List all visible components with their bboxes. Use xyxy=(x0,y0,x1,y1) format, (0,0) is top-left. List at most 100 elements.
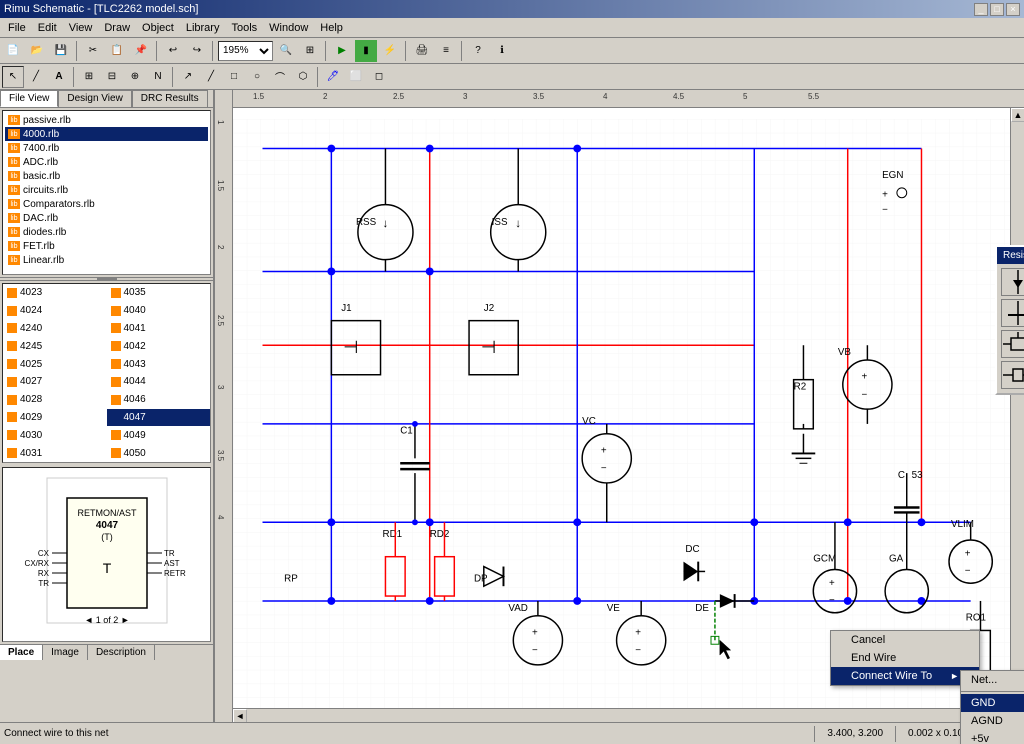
tab-image[interactable]: Image xyxy=(43,645,88,660)
comp-4049[interactable]: 4049 xyxy=(107,426,211,444)
submenu-net[interactable]: Net... xyxy=(961,671,1024,689)
comp-btn[interactable]: ⊞ xyxy=(78,66,100,88)
comp-4030[interactable]: 4030 xyxy=(3,426,107,444)
comp-4028[interactable]: 4028 xyxy=(3,391,107,409)
undo-btn[interactable]: ↩ xyxy=(162,40,184,62)
menu-draw[interactable]: Draw xyxy=(98,20,136,36)
menu-object[interactable]: Object xyxy=(136,20,180,36)
h-scroll-left[interactable]: ◄ xyxy=(233,709,247,723)
copy-btn[interactable]: 📋 xyxy=(106,40,128,62)
menu-window[interactable]: Window xyxy=(263,20,314,36)
comp-4043[interactable]: 4043 xyxy=(107,355,211,373)
text-btn[interactable]: A xyxy=(48,66,70,88)
zoom-in-btn[interactable]: 🔍 xyxy=(275,40,297,62)
fill-btn[interactable]: ⬜ xyxy=(345,66,367,88)
net-btn[interactable]: N xyxy=(147,66,169,88)
tree-item-circuits[interactable]: lib circuits.rlb xyxy=(5,183,208,197)
bus-btn[interactable]: ⊟ xyxy=(101,66,123,88)
comp-4044[interactable]: 4044 xyxy=(107,373,211,391)
comp-4035[interactable]: 4035 xyxy=(107,284,211,302)
menu-library[interactable]: Library xyxy=(180,20,226,36)
v-scroll-up[interactable]: ▲ xyxy=(1011,108,1024,122)
tab-design-view[interactable]: Design View xyxy=(58,90,131,107)
tree-item-adc[interactable]: lib ADC.rlb xyxy=(5,155,208,169)
select-btn[interactable]: ↖ xyxy=(2,66,24,88)
draw-poly[interactable]: ⬡ xyxy=(292,66,314,88)
netlist-btn[interactable]: ≡ xyxy=(435,40,457,62)
close-btn[interactable]: × xyxy=(1006,3,1020,16)
comp-4047[interactable]: 4047 xyxy=(107,409,211,427)
tree-item-passive[interactable]: lib passive.rlb xyxy=(5,113,208,127)
tab-drc-results[interactable]: DRC Results xyxy=(132,90,208,107)
cut-btn[interactable]: ✂ xyxy=(82,40,104,62)
draw-arc[interactable]: ⌒ xyxy=(269,66,291,88)
comp-4025[interactable]: 4025 xyxy=(3,355,107,373)
draw-rect[interactable]: □ xyxy=(223,66,245,88)
help-btn[interactable]: ? xyxy=(467,40,489,62)
ctx-end-wire[interactable]: End Wire xyxy=(831,649,979,667)
comp-4046[interactable]: 4046 xyxy=(107,391,211,409)
comp-4040[interactable]: 4040 xyxy=(107,302,211,320)
v-scrollbar[interactable]: ▲ ▼ xyxy=(1010,108,1024,722)
paste-btn[interactable]: 📌 xyxy=(130,40,152,62)
h-scrollbar[interactable]: ◄ ► xyxy=(233,708,1010,722)
resistive-comp-11[interactable] xyxy=(1001,330,1024,358)
new-btn[interactable]: 📄 xyxy=(2,40,24,62)
comp-4023[interactable]: 4023 xyxy=(3,284,107,302)
comp-4031[interactable]: 4031 xyxy=(3,444,107,462)
junc-btn[interactable]: ⊕ xyxy=(124,66,146,88)
menu-edit[interactable]: Edit xyxy=(32,20,63,36)
draw-circle[interactable]: ○ xyxy=(246,66,268,88)
comp-4029[interactable]: 4029 xyxy=(3,409,107,427)
run-btn[interactable]: ▶ xyxy=(331,40,353,62)
ctx-cancel[interactable]: Cancel xyxy=(831,631,979,649)
comp-4027[interactable]: 4027 xyxy=(3,373,107,391)
menu-tools[interactable]: Tools xyxy=(225,20,263,36)
open-btn[interactable]: 📂 xyxy=(26,40,48,62)
comp-4024[interactable]: 4024 xyxy=(3,302,107,320)
comp-4240[interactable]: 4240 xyxy=(3,320,107,338)
resistive-comp-16[interactable] xyxy=(1001,361,1024,389)
menu-view[interactable]: View xyxy=(63,20,99,36)
window-controls[interactable]: _ □ × xyxy=(974,3,1020,16)
panel-splitter[interactable] xyxy=(97,278,117,281)
tab-file-view[interactable]: File View xyxy=(0,90,58,107)
tree-item-comparators[interactable]: lib Comparators.rlb xyxy=(5,197,208,211)
tree-item-4000[interactable]: lib 4000.rlb xyxy=(5,127,208,141)
erase-btn[interactable]: ◻ xyxy=(368,66,390,88)
sim-btn[interactable]: ⚡ xyxy=(379,40,401,62)
submenu-agnd[interactable]: AGND xyxy=(961,712,1024,730)
tree-item-basic[interactable]: lib basic.rlb xyxy=(5,169,208,183)
zoom-select[interactable]: 195% 100% 150% 200% xyxy=(218,41,273,61)
tab-place[interactable]: Place xyxy=(0,645,43,660)
resistive-comp-6[interactable] xyxy=(1001,299,1024,327)
tree-item-dac[interactable]: lib DAC.rlb xyxy=(5,211,208,225)
comp-4245[interactable]: 4245 xyxy=(3,337,107,355)
draw-ptr[interactable]: ↗ xyxy=(177,66,199,88)
comp-4042[interactable]: 4042 xyxy=(107,337,211,355)
info-btn[interactable]: ℹ xyxy=(491,40,513,62)
tree-item-linear[interactable]: lib Linear.rlb xyxy=(5,253,208,267)
minimize-btn[interactable]: _ xyxy=(974,3,988,16)
stop-btn[interactable]: ▮ xyxy=(355,40,377,62)
tree-item-diodes[interactable]: lib diodes.rlb xyxy=(5,225,208,239)
save-btn[interactable]: 💾 xyxy=(50,40,72,62)
comp-4050[interactable]: 4050 xyxy=(107,444,211,462)
resistive-comp-1[interactable] xyxy=(1001,268,1024,296)
menu-file[interactable]: File xyxy=(2,20,32,36)
tree-item-7400[interactable]: lib 7400.rlb xyxy=(5,141,208,155)
tab-description[interactable]: Description xyxy=(88,645,155,660)
menu-help[interactable]: Help xyxy=(314,20,349,36)
paint-btn[interactable]: 🖊 xyxy=(322,66,344,88)
wire-btn[interactable]: ╱ xyxy=(25,66,47,88)
submenu-5v[interactable]: +5v xyxy=(961,730,1024,744)
zoom-fit-btn[interactable]: ⊞ xyxy=(299,40,321,62)
draw-line[interactable]: ╱ xyxy=(200,66,222,88)
maximize-btn[interactable]: □ xyxy=(990,3,1004,16)
redo-btn[interactable]: ↪ xyxy=(186,40,208,62)
submenu-gnd[interactable]: GND xyxy=(961,694,1024,712)
comp-4041[interactable]: 4041 xyxy=(107,320,211,338)
tree-item-fet[interactable]: lib FET.rlb xyxy=(5,239,208,253)
ctx-connect-wire-to[interactable]: Connect Wire To ► xyxy=(831,667,979,685)
print-btn[interactable]: 🖨 xyxy=(411,40,433,62)
